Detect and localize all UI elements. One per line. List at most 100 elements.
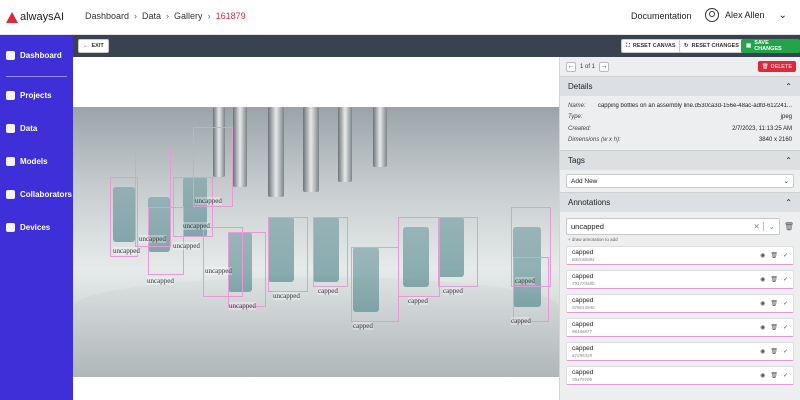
detail-key: Name: bbox=[568, 102, 586, 109]
alwaysai-logo-icon bbox=[6, 11, 18, 23]
annotation-label: uncapped bbox=[205, 267, 232, 275]
reset-changes-button[interactable]: ↻ RESET CHANGES bbox=[679, 39, 744, 53]
tag-select-value: Add New bbox=[571, 177, 598, 185]
annotation-actions: ◉ 🗑 ✓ bbox=[760, 372, 788, 379]
section-title: Tags bbox=[568, 156, 585, 165]
annotation-item-id: 976614940 bbox=[572, 305, 595, 310]
annotation-item[interactable]: capped 78479706 ◉ 🗑 ✓ bbox=[566, 366, 794, 385]
tag-select[interactable]: Add New ⌄ bbox=[566, 174, 794, 188]
chevron-up-icon: ⌃ bbox=[785, 198, 792, 207]
annotation-label: uncapped bbox=[113, 247, 140, 255]
check-icon[interactable]: ✓ bbox=[783, 372, 788, 379]
detail-row: Name: capping bottles on an assembly lin… bbox=[568, 100, 792, 112]
trash-icon[interactable]: 🗑 bbox=[770, 252, 778, 259]
annotation-box[interactable] bbox=[438, 217, 478, 287]
sidebar-item-collaborators[interactable]: Collaborators bbox=[0, 178, 73, 211]
annotation-actions: ◉ 🗑 ✓ bbox=[760, 324, 788, 331]
app-logo[interactable]: alwaysAI bbox=[0, 11, 73, 23]
home-icon bbox=[6, 51, 15, 60]
annotation-box[interactable] bbox=[351, 247, 399, 322]
save-changes-label: SAVE CHANGES bbox=[754, 40, 782, 52]
annotation-item[interactable]: capped 79177d48b ◉ 🗑 ✓ bbox=[566, 270, 794, 289]
trash-icon: 🗑 bbox=[761, 63, 769, 70]
breadcrumb-gallery[interactable]: Gallery bbox=[174, 11, 203, 21]
annotation-item[interactable]: capped 87295329 ◉ 🗑 ✓ bbox=[566, 342, 794, 361]
user-name: Alex Allen bbox=[725, 10, 765, 20]
annotation-item[interactable]: capped 976614940 ◉ 🗑 ✓ bbox=[566, 294, 794, 313]
breadcrumb-dashboard[interactable]: Dashboard bbox=[85, 11, 129, 21]
arrow-left-icon[interactable]: ← bbox=[566, 61, 576, 72]
trash-icon[interactable]: 🗑 bbox=[770, 372, 778, 379]
annotation-box[interactable] bbox=[268, 217, 308, 292]
user-menu[interactable]: Alex Allen ⌄ bbox=[705, 8, 787, 22]
check-icon[interactable]: ✓ bbox=[783, 252, 788, 259]
details-list: Name: capping bottles on an assembly lin… bbox=[560, 96, 800, 150]
check-icon[interactable]: ✓ bbox=[783, 324, 788, 331]
top-bar: alwaysAI Dashboard › Data › Gallery › 16… bbox=[0, 0, 800, 35]
details-section-header[interactable]: Details ⌃ bbox=[560, 76, 800, 96]
trash-icon[interactable]: 🗑 bbox=[770, 276, 778, 283]
exit-label: EXIT bbox=[91, 43, 104, 49]
annotation-item[interactable]: capped 8dd16b084 ◉ 🗑 ✓ bbox=[566, 246, 794, 265]
tags-section-header[interactable]: Tags ⌃ bbox=[560, 150, 800, 170]
annotation-item-label: capped bbox=[572, 297, 594, 304]
sidebar-item-label: Collaborators bbox=[20, 190, 73, 199]
image-capping-bottles[interactable]: uncapped uncapped uncapped uncapped unca… bbox=[73, 107, 559, 377]
check-icon[interactable]: ✓ bbox=[783, 348, 788, 355]
devices-icon bbox=[6, 223, 15, 232]
annotation-box[interactable] bbox=[398, 217, 440, 297]
annotation-box[interactable] bbox=[228, 232, 266, 307]
breadcrumb-separator-icon: › bbox=[134, 11, 138, 21]
annotation-box[interactable] bbox=[513, 257, 549, 322]
trash-icon[interactable]: 🗑 bbox=[770, 348, 778, 355]
detail-row: Type: jpeg bbox=[568, 112, 792, 124]
save-changes-button[interactable]: ▣ SAVE CHANGES bbox=[741, 39, 800, 53]
annotation-box[interactable] bbox=[193, 127, 233, 207]
eye-icon[interactable]: ◉ bbox=[760, 348, 765, 355]
trash-icon[interactable]: 🗑 bbox=[770, 324, 778, 331]
editor-toolbar: ← EXIT ⛶ RESET CANVAS ↻ RESET CHANGES ▣ … bbox=[73, 35, 800, 57]
documentation-link[interactable]: Documentation bbox=[631, 11, 692, 21]
exit-button[interactable]: ← EXIT bbox=[78, 39, 109, 53]
eye-icon[interactable]: ◉ bbox=[760, 276, 765, 283]
sidebar-item-projects[interactable]: Projects bbox=[0, 79, 73, 112]
capping-head bbox=[373, 107, 387, 167]
breadcrumb-data[interactable]: Data bbox=[142, 11, 161, 21]
check-icon[interactable]: ✓ bbox=[783, 276, 788, 283]
models-icon bbox=[6, 157, 15, 166]
annotation-item[interactable]: capped 96184877 ◉ 🗑 ✓ bbox=[566, 318, 794, 337]
trash-icon[interactable]: 🗑 bbox=[784, 222, 794, 231]
sidebar-item-label: Models bbox=[20, 157, 48, 166]
detail-value: 3840 x 2160 bbox=[758, 137, 792, 144]
trash-icon[interactable]: 🗑 bbox=[770, 300, 778, 307]
sidebar-item-devices[interactable]: Devices bbox=[0, 211, 73, 244]
annotation-box[interactable] bbox=[313, 217, 348, 287]
annotations-section-header[interactable]: Annotations ⌃ bbox=[560, 192, 800, 212]
fit-screen-icon: ⛶ bbox=[626, 42, 630, 49]
annotation-label: uncapped bbox=[139, 235, 166, 243]
annotation-box[interactable] bbox=[110, 177, 138, 257]
clear-icon[interactable]: ✕ │ ⌄ bbox=[753, 222, 774, 231]
eye-icon[interactable]: ◉ bbox=[760, 324, 765, 331]
delete-label: DELETE bbox=[770, 63, 792, 70]
annotation-item-label: capped bbox=[572, 249, 594, 256]
collaborators-icon bbox=[6, 190, 15, 199]
sidebar-item-dashboard[interactable]: Dashboard bbox=[0, 39, 73, 72]
sidebar-item-data[interactable]: Data bbox=[0, 112, 73, 145]
eye-icon[interactable]: ◉ bbox=[760, 252, 765, 259]
annotation-label-value: uncapped bbox=[571, 222, 604, 231]
eye-icon[interactable]: ◉ bbox=[760, 372, 765, 379]
eye-icon[interactable]: ◉ bbox=[760, 300, 765, 307]
annotation-label: capped bbox=[318, 287, 338, 295]
annotation-label-select[interactable]: uncapped ✕ │ ⌄ bbox=[566, 218, 780, 235]
reset-canvas-button[interactable]: ⛶ RESET CANVAS bbox=[621, 39, 681, 53]
sidebar-item-models[interactable]: Models bbox=[0, 145, 73, 178]
arrow-right-icon[interactable]: → bbox=[599, 61, 610, 72]
delete-button[interactable]: 🗑 DELETE bbox=[757, 61, 796, 72]
sidebar-item-label: Devices bbox=[20, 223, 51, 232]
detail-key: Created: bbox=[568, 125, 592, 132]
annotation-canvas[interactable]: uncapped uncapped uncapped uncapped unca… bbox=[73, 57, 559, 400]
annotation-item-id: 87295329 bbox=[572, 353, 593, 358]
check-icon[interactable]: ✓ bbox=[783, 300, 788, 307]
conveyor-plate bbox=[73, 277, 559, 377]
